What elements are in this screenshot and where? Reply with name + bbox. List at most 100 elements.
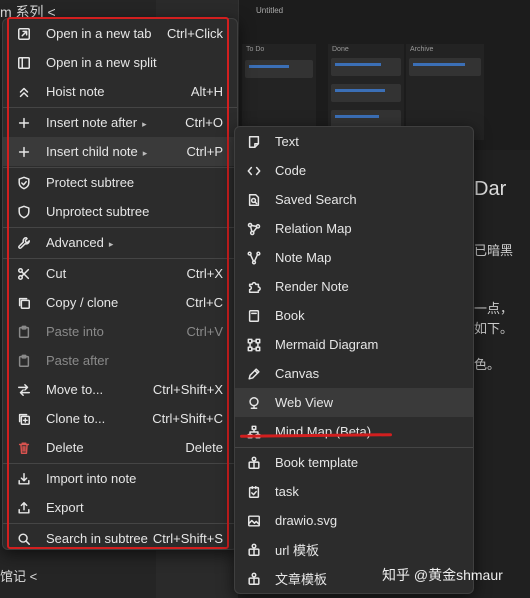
export-item[interactable]: Export [3,493,237,522]
menu-item-shortcut: Ctrl+Shift+S [152,531,223,546]
note-type-book-item[interactable]: Book [235,301,473,330]
menu-item-label: drawio.svg [275,513,338,528]
menu-item-shortcut: Alt+H [190,84,223,99]
menu-item-label: Paste into [46,324,104,339]
document-heading: Dar [474,178,507,200]
note-type-url-template-item[interactable]: url 模板 [235,535,473,564]
note-type-drawio-item[interactable]: drawio.svg [235,506,473,535]
menu-item-label: Move to... [46,382,104,397]
note-context-menu: Open in a new tab Ctrl+Click Open in a n… [2,18,238,550]
note-type-note-map-item[interactable]: Note Map [235,243,473,272]
note-type-mind-map-item[interactable]: Mind Map (Beta) [235,417,473,446]
submenu-arrow-icon: ▸ [142,119,147,129]
clone-to-item[interactable]: Clone to... Ctrl+Shift+C [3,404,237,433]
insert-note-after-item[interactable]: Insert note after ▸ Ctrl+O [3,108,237,137]
menu-item-shortcut: Ctrl+O [185,115,223,130]
menu-item-shortcut: Ctrl+C [185,295,223,310]
menu-item-label: Relation Map [275,221,352,236]
image-icon [246,513,262,529]
note-type-task-item[interactable]: task [235,477,473,506]
menu-item-label: Export [46,500,84,515]
import-icon [16,471,32,487]
scissors-icon [16,266,32,282]
menu-item-label: Code [275,163,307,178]
paste-into-item[interactable]: Paste into Ctrl+V [3,317,237,346]
unprotect-subtree-item[interactable]: Unprotect subtree [3,197,237,226]
search-in-subtree-item[interactable]: Search in subtree Ctrl+Shift+S [3,524,237,553]
menu-item-label: Advanced ▸ [46,235,114,250]
menu-item-label: Search in subtree [46,531,148,546]
menu-item-label: Insert child note ▸ [46,144,148,159]
article-icon [246,571,262,587]
import-into-note-item[interactable]: Import into note [3,464,237,493]
pen-icon [246,366,262,382]
note-type-book-template-item[interactable]: Book template [235,448,473,477]
document-text: 如下。 [474,321,514,336]
shield-icon [16,204,32,220]
board-card [409,58,481,76]
document-text: 色。 [474,357,501,372]
board-card [331,58,401,76]
hoist-note-item[interactable]: Hoist note Alt+H [3,77,237,106]
move-to-item[interactable]: Move to... Ctrl+Shift+X [3,375,237,404]
menu-item-label: Mermaid Diagram [275,337,379,352]
link-icon [246,542,262,558]
delete-item[interactable]: Delete Delete [3,433,237,462]
code-icon [246,163,262,179]
menu-item-label: Copy / clone [46,295,119,310]
menu-item-label: Open in a new split [46,55,157,70]
note-type-render-note-item[interactable]: Render Note [235,272,473,301]
menu-item-label: Protect subtree [46,175,135,190]
note-type-mermaid-diagram-item[interactable]: Mermaid Diagram [235,330,473,359]
watermark: 知乎 @黄金shmaur [382,567,503,583]
menu-item-label: Canvas [275,366,320,381]
menu-item-label: Cut [46,266,67,281]
insert-child-note-item[interactable]: Insert child note ▸ Ctrl+P [3,137,237,166]
trash-icon [16,440,32,456]
menu-item-label: Render Note [275,279,349,294]
menu-item-shortcut: Ctrl+Shift+X [152,382,223,397]
menu-item-label: Hoist note [46,84,105,99]
note-type-text-item[interactable]: Text [235,127,473,156]
submenu-arrow-icon: ▸ [108,239,114,249]
advanced-item[interactable]: Advanced ▸ [3,228,237,257]
note-type-submenu: Text Code Saved Search Relation Map Note… [234,126,474,594]
menu-item-shortcut: Ctrl+Click [167,26,223,41]
puzzle-icon [246,279,262,295]
open-tab-icon [16,26,32,42]
copy-icon [16,295,32,311]
menu-item-label: Import into note [46,471,137,486]
copy-clone-item[interactable]: Copy / clone Ctrl+C [3,288,237,317]
menu-item-shortcut: Ctrl+P [186,144,223,159]
protect-subtree-item[interactable]: Protect subtree [3,168,237,197]
note-type-saved-search-item[interactable]: Saved Search [235,185,473,214]
note-type-relation-map-item[interactable]: Relation Map [235,214,473,243]
menu-item-label: Web View [275,395,334,410]
plus-icon [16,115,32,131]
menu-item-label: Text [275,134,299,149]
split-icon [16,55,32,71]
hoist-icon [16,84,32,100]
open-in-new-split-item[interactable]: Open in a new split [3,48,237,77]
menu-item-label: Unprotect subtree [46,204,150,219]
clone-icon [16,411,32,427]
board-tab-title: Untitled [256,6,284,15]
book-template-icon [246,455,262,471]
menu-item-label: task [275,484,299,499]
note-type-code-item[interactable]: Code [235,156,473,185]
document-text: 已暗黑 [474,243,514,258]
cut-item[interactable]: Cut Ctrl+X [3,259,237,288]
board-column-title: To Do [246,46,265,53]
menu-item-label: Book [275,308,305,323]
menu-item-label: Paste after [46,353,109,368]
task-icon [246,484,262,500]
shield-check-icon [16,175,32,191]
diagram-icon [246,337,262,353]
note-type-canvas-item[interactable]: Canvas [235,359,473,388]
menu-item-shortcut: Delete [185,440,223,455]
open-in-new-tab-item[interactable]: Open in a new tab Ctrl+Click [3,19,237,48]
note-type-web-view-item[interactable]: Web View [235,388,473,417]
paste-after-item[interactable]: Paste after [3,346,237,375]
saved-search-icon [246,192,262,208]
board-card [331,84,401,102]
